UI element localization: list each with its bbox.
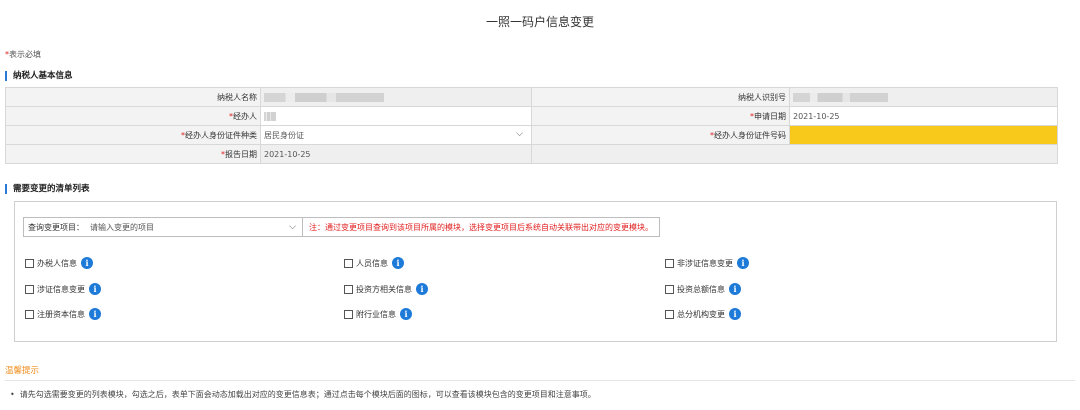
redacted-value xyxy=(264,92,384,102)
chevron-down-icon: ⌵ xyxy=(516,129,523,139)
info-icon[interactable]: i xyxy=(416,283,428,295)
module-checkbox-industry-info[interactable]: 附行业信息 i xyxy=(344,308,412,320)
checkbox[interactable] xyxy=(344,309,353,319)
agent-id-type-label: *经办人身份证件种类 xyxy=(5,125,261,145)
taxpayer-id-value xyxy=(789,87,1058,107)
info-icon[interactable]: i xyxy=(81,257,93,269)
checkbox[interactable] xyxy=(25,258,34,268)
report-date-label: *报告日期 xyxy=(5,144,261,164)
page-title: 一照一码户信息变更 xyxy=(485,15,594,29)
query-note: 注：通过变更项目查询到该项目所属的模块，选择变更项目后系统自动关联带出对应的变更… xyxy=(303,217,660,237)
apply-date-field[interactable]: 2021-10-25 xyxy=(789,106,1058,126)
query-row: 查询变更项目： ⌵ 注：通过变更项目查询到该项目所属的模块，选择变更项目后系统自… xyxy=(23,217,660,237)
tips-title: 温馨提示 xyxy=(5,366,40,376)
query-input[interactable] xyxy=(88,218,278,236)
basic-info-table: 纳税人名称 纳税人识别号 *经办人 *申请日期 2021-10-25 *经办人身… xyxy=(5,87,1058,164)
checkbox[interactable] xyxy=(25,284,34,294)
info-icon[interactable]: i xyxy=(729,283,741,295)
query-label: 查询变更项目： xyxy=(28,222,84,232)
module-checkbox-personnel-info[interactable]: 人员信息 i xyxy=(344,257,404,269)
agent-label: *经办人 xyxy=(5,106,261,126)
checkbox[interactable] xyxy=(344,284,353,294)
taxpayer-name-value xyxy=(260,87,532,107)
info-icon[interactable]: i xyxy=(737,257,749,269)
redacted-value xyxy=(793,92,888,102)
section-title-basic-info: 纳税人基本信息 xyxy=(5,71,73,81)
required-note: *表示必填 xyxy=(5,49,41,60)
checkbox[interactable] xyxy=(665,309,674,319)
checkbox[interactable] xyxy=(344,258,353,268)
divider xyxy=(5,380,1075,381)
chevron-down-icon[interactable]: ⌵ xyxy=(289,222,296,232)
module-checkbox-agent-info[interactable]: 办税人信息 i xyxy=(25,257,93,269)
module-checkbox-total-investment[interactable]: 投资总额信息 i xyxy=(665,283,741,295)
info-icon[interactable]: i xyxy=(89,308,101,320)
module-checkbox-non-license-change[interactable]: 非涉证信息变更 i xyxy=(665,257,749,269)
agent-id-number-field[interactable] xyxy=(789,125,1058,145)
checkbox[interactable] xyxy=(665,284,674,294)
empty-cell xyxy=(531,144,1058,164)
required-note-text: 表示必填 xyxy=(9,50,41,59)
checkbox[interactable] xyxy=(25,309,34,319)
section-title-change-list: 需要变更的清单列表 xyxy=(5,184,90,194)
info-icon[interactable]: i xyxy=(729,308,741,320)
info-icon[interactable]: i xyxy=(392,257,404,269)
module-checkbox-registered-capital[interactable]: 注册资本信息 i xyxy=(25,308,101,320)
agent-id-number-label: *经办人身份证件号码 xyxy=(531,125,790,145)
module-checkbox-branch-change[interactable]: 总分机构变更 i xyxy=(665,308,741,320)
agent-id-type-select[interactable]: 居民身份证 ⌵ xyxy=(260,125,532,145)
query-select[interactable]: 查询变更项目： ⌵ xyxy=(23,217,303,237)
module-checkbox-investor-info[interactable]: 投资方相关信息 i xyxy=(344,283,428,295)
module-checkbox-license-change[interactable]: 涉证信息变更 i xyxy=(25,283,101,295)
agent-field[interactable] xyxy=(260,106,532,126)
apply-date-label: *申请日期 xyxy=(531,106,790,126)
taxpayer-name-label: 纳税人名称 xyxy=(5,87,261,107)
tips-text: • 请先勾选需要变更的列表模块，勾选之后，表单下面会动态加载出对应的变更信息表；通… xyxy=(10,390,596,399)
taxpayer-id-label: 纳税人识别号 xyxy=(531,87,790,107)
bullet-icon: • xyxy=(10,390,15,399)
checkbox[interactable] xyxy=(665,258,674,268)
report-date-value: 2021-10-25 xyxy=(260,144,532,164)
change-list-panel: 查询变更项目： ⌵ 注：通过变更项目查询到该项目所属的模块，选择变更项目后系统自… xyxy=(14,201,1057,342)
info-icon[interactable]: i xyxy=(89,283,101,295)
redacted-value xyxy=(264,111,276,121)
info-icon[interactable]: i xyxy=(400,308,412,320)
